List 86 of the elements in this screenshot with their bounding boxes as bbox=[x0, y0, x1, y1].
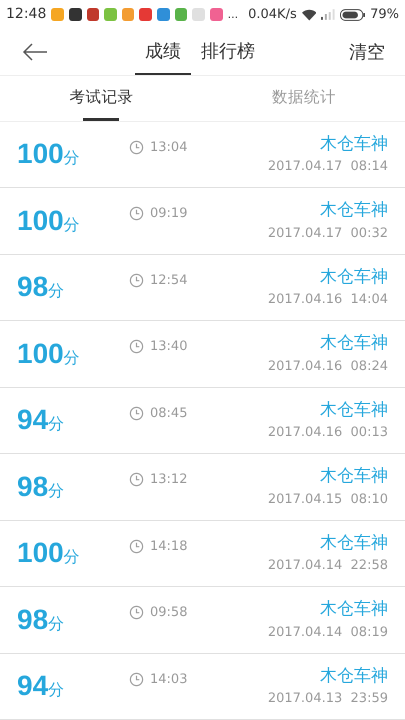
exam-duration: 14:03 bbox=[150, 670, 188, 688]
exam-date: 2017.04.16 00:13 bbox=[268, 424, 388, 442]
app-icon bbox=[210, 8, 223, 22]
exam-date: 2017.04.14 08:19 bbox=[268, 624, 388, 642]
score: 98 bbox=[17, 470, 48, 504]
battery-level: 79% bbox=[370, 6, 400, 24]
wifi-icon bbox=[302, 8, 316, 21]
record-row[interactable]: 100分 13:40 木仓车神 2017.04.16 08:24 bbox=[0, 321, 405, 388]
clock-icon bbox=[129, 472, 144, 488]
more-indicator: ... bbox=[228, 6, 238, 23]
record-row[interactable]: 98分 09:58 木仓车神 2017.04.14 08:19 bbox=[0, 587, 405, 654]
exam-date: 2017.04.17 00:32 bbox=[268, 224, 388, 243]
clock-icon bbox=[129, 206, 144, 222]
score: 98 bbox=[17, 602, 48, 637]
clock-icon bbox=[129, 672, 144, 687]
score: 100 bbox=[17, 336, 64, 371]
network-speed: 0.04K/s bbox=[248, 6, 297, 24]
clear-button[interactable]: 清空 bbox=[339, 30, 405, 75]
sub-tab[interactable]: 考试记录 bbox=[69, 76, 134, 120]
score-unit: 分 bbox=[64, 346, 80, 369]
record-row[interactable]: 100分 09:19 木仓车神 2017.04.17 00:32 bbox=[0, 188, 405, 254]
sub-tab[interactable]: 数据统计 bbox=[272, 76, 336, 120]
clock-icon bbox=[129, 605, 144, 620]
clock-icon bbox=[129, 140, 144, 155]
app-icon bbox=[51, 8, 64, 22]
app-icon bbox=[122, 8, 134, 22]
exam-date: 2017.04.17 08:14 bbox=[268, 158, 388, 176]
score: 98 bbox=[17, 270, 48, 304]
exam-duration: 13:12 bbox=[150, 471, 188, 489]
score-unit: 分 bbox=[48, 413, 64, 436]
signal-icon bbox=[321, 9, 335, 20]
header-tab[interactable]: 成绩 bbox=[135, 30, 191, 75]
app-icon bbox=[157, 8, 170, 22]
clock-icon bbox=[129, 272, 144, 288]
record-row[interactable]: 98分 13:12 木仓车神 2017.04.15 08:10 bbox=[0, 454, 405, 520]
back-arrow-icon bbox=[22, 43, 48, 62]
user-name: 木仓车神 bbox=[320, 199, 388, 222]
score: 94 bbox=[17, 669, 48, 704]
score-unit: 分 bbox=[48, 679, 64, 702]
record-row[interactable]: 100分 14:18 木仓车神 2017.04.14 22:58 bbox=[0, 520, 405, 587]
score-unit: 分 bbox=[64, 214, 80, 236]
record-row[interactable]: 100分 13:04 木仓车神 2017.04.17 08:14 bbox=[0, 122, 405, 188]
score: 100 bbox=[17, 536, 64, 570]
record-row[interactable]: 94分 14:03 木仓车神 2017.04.13 23:59 bbox=[0, 654, 405, 720]
score-unit: 分 bbox=[48, 280, 64, 302]
record-row[interactable]: 94分 08:45 木仓车神 2017.04.16 00:13 bbox=[0, 388, 405, 454]
app-icon bbox=[104, 8, 117, 22]
app-icon bbox=[174, 8, 188, 22]
clock-icon bbox=[129, 406, 144, 421]
clock-icon bbox=[129, 339, 144, 354]
app-icon bbox=[68, 8, 82, 22]
score: 100 bbox=[17, 137, 64, 172]
exam-date: 2017.04.14 22:58 bbox=[268, 557, 388, 576]
user-name: 木仓车神 bbox=[320, 266, 388, 289]
score-unit: 分 bbox=[48, 612, 64, 635]
user-name: 木仓车神 bbox=[320, 532, 388, 555]
record-row[interactable]: 98分 12:54 木仓车神 2017.04.16 14:04 bbox=[0, 254, 405, 321]
exam-duration: 12:54 bbox=[150, 272, 188, 290]
user-name: 木仓车神 bbox=[320, 664, 388, 688]
exam-date: 2017.04.15 08:10 bbox=[268, 490, 388, 509]
score-unit: 分 bbox=[64, 546, 80, 568]
score-unit: 分 bbox=[48, 480, 64, 502]
exam-duration: 13:04 bbox=[150, 138, 188, 156]
exam-date: 2017.04.16 14:04 bbox=[268, 291, 388, 310]
app-icon bbox=[86, 8, 100, 22]
user-name: 木仓车神 bbox=[320, 598, 388, 622]
clock-icon bbox=[129, 538, 144, 554]
user-name: 木仓车神 bbox=[320, 465, 388, 488]
app-icon bbox=[139, 8, 152, 22]
exam-duration: 08:45 bbox=[150, 404, 188, 422]
user-name: 木仓车神 bbox=[320, 398, 388, 422]
battery-icon bbox=[340, 8, 366, 21]
status-time: 12:48 bbox=[6, 5, 46, 24]
exam-duration: 09:58 bbox=[150, 604, 188, 622]
exam-duration: 14:18 bbox=[150, 538, 188, 556]
score: 94 bbox=[17, 403, 48, 438]
exam-duration: 13:40 bbox=[150, 338, 188, 356]
user-name: 木仓车神 bbox=[320, 132, 388, 156]
app-icon bbox=[192, 8, 205, 22]
score: 100 bbox=[17, 204, 64, 238]
exam-date: 2017.04.16 08:24 bbox=[268, 358, 388, 376]
exam-duration: 09:19 bbox=[150, 205, 188, 223]
header-tab[interactable]: 排行榜 bbox=[191, 30, 265, 75]
exam-date: 2017.04.13 23:59 bbox=[268, 690, 388, 708]
user-name: 木仓车神 bbox=[320, 332, 388, 356]
score-unit: 分 bbox=[64, 147, 80, 170]
